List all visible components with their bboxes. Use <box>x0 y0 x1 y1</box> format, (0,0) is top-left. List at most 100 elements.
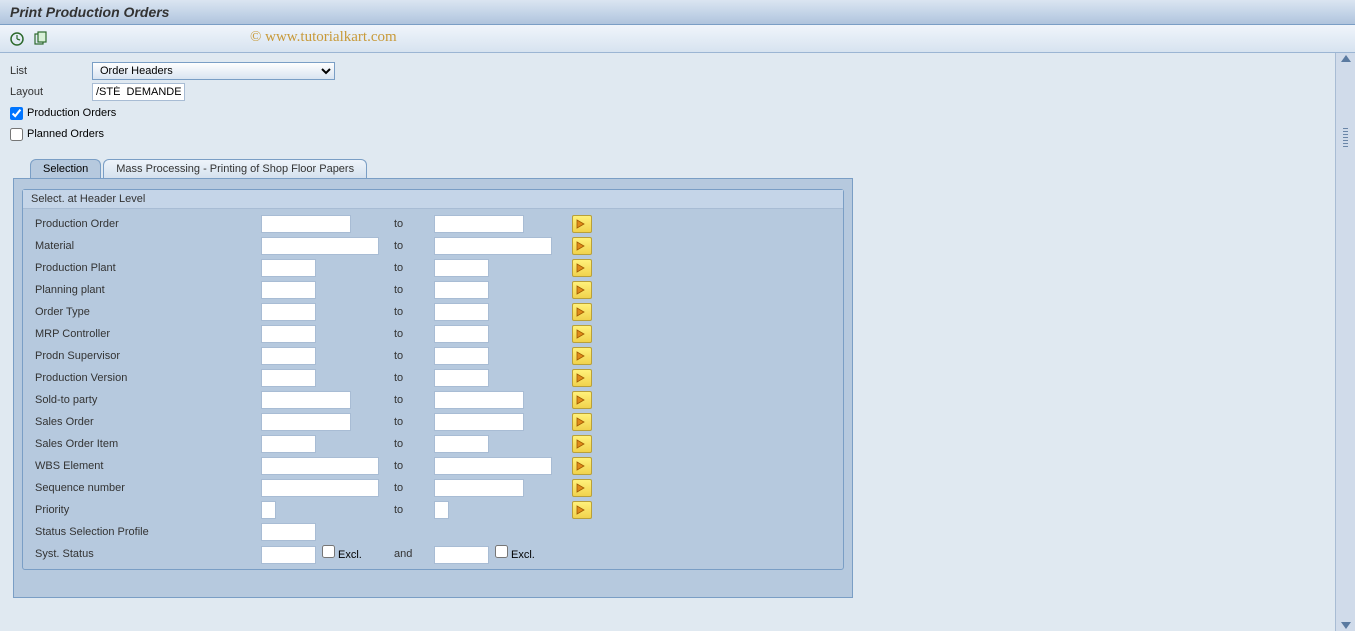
from-input[interactable] <box>261 501 276 519</box>
from-input[interactable] <box>261 457 379 475</box>
field-label: WBS Element <box>31 460 261 472</box>
multiple-selection-button[interactable] <box>572 215 592 233</box>
to-input[interactable] <box>434 546 489 564</box>
from-input[interactable] <box>261 303 316 321</box>
to-label: to <box>394 372 434 384</box>
to-input[interactable] <box>434 347 489 365</box>
scroll-up-icon[interactable] <box>1341 55 1351 62</box>
scroll-down-icon[interactable] <box>1341 622 1351 629</box>
to-input[interactable] <box>434 281 489 299</box>
to-input[interactable] <box>434 391 524 409</box>
production-orders-checkbox[interactable] <box>10 107 23 120</box>
sel-row: Priority to <box>31 499 835 521</box>
multiple-selection-button[interactable] <box>572 435 592 453</box>
multiple-selection-button[interactable] <box>572 237 592 255</box>
to-label: to <box>394 504 434 516</box>
to-input[interactable] <box>434 303 489 321</box>
sel-row: WBS Element to <box>31 455 835 477</box>
sel-row: Sales Order Item to <box>31 433 835 455</box>
tab-selection[interactable]: Selection <box>30 159 101 178</box>
sel-row: Material to <box>31 235 835 257</box>
toolbar: © www.tutorialkart.com <box>0 25 1355 53</box>
scroll-grip[interactable] <box>1342 107 1349 167</box>
from-input[interactable] <box>261 281 316 299</box>
multiple-selection-button[interactable] <box>572 413 592 431</box>
to-input[interactable] <box>434 237 552 255</box>
to-input[interactable] <box>434 479 524 497</box>
field-label: Prodn Supervisor <box>31 350 261 362</box>
layout-label: Layout <box>10 86 92 98</box>
from-input[interactable] <box>261 413 351 431</box>
to-label: to <box>394 240 434 252</box>
to-label: to <box>394 438 434 450</box>
multiple-selection-button[interactable] <box>572 391 592 409</box>
to-label: to <box>394 460 434 472</box>
from-input[interactable] <box>261 391 351 409</box>
to-input[interactable] <box>434 413 524 431</box>
to-input[interactable] <box>434 501 449 519</box>
from-input[interactable] <box>261 259 316 277</box>
excl-label: Excl. <box>338 549 362 561</box>
sel-row: Planning plant to <box>31 279 835 301</box>
from-input[interactable] <box>261 215 351 233</box>
excl-checkbox[interactable] <box>322 545 335 558</box>
tab-mass-processing[interactable]: Mass Processing - Printing of Shop Floor… <box>103 159 367 178</box>
title-bar: Print Production Orders <box>0 0 1355 25</box>
variant-icon[interactable] <box>32 30 50 48</box>
multiple-selection-button[interactable] <box>572 303 592 321</box>
field-label: Order Type <box>31 306 261 318</box>
field-label: Planning plant <box>31 284 261 296</box>
field-label: Sales Order Item <box>31 438 261 450</box>
field-label: Material <box>31 240 261 252</box>
content-area: List Order Headers Layout Production Ord… <box>0 53 1355 631</box>
sel-row: Sold-to partyto <box>31 389 835 411</box>
sel-row: Prodn Supervisor to <box>31 345 835 367</box>
production-orders-label: Production Orders <box>27 107 116 119</box>
from-input[interactable] <box>261 237 379 255</box>
to-input[interactable] <box>434 435 489 453</box>
from-input[interactable] <box>261 347 316 365</box>
scrollbar[interactable] <box>1335 53 1355 631</box>
to-input[interactable] <box>434 259 489 277</box>
layout-input[interactable] <box>92 83 185 101</box>
multiple-selection-button[interactable] <box>572 281 592 299</box>
from-input[interactable] <box>261 479 379 497</box>
watermark: © www.tutorialkart.com <box>250 29 397 46</box>
field-label: Production Version <box>31 372 261 384</box>
from-input[interactable] <box>261 546 316 564</box>
multiple-selection-button[interactable] <box>572 479 592 497</box>
to-input[interactable] <box>434 457 552 475</box>
excl-label: Excl. <box>511 549 535 561</box>
to-label: to <box>394 284 434 296</box>
sel-row: Production Plantto <box>31 257 835 279</box>
planned-orders-checkbox[interactable] <box>10 128 23 141</box>
multiple-selection-button[interactable] <box>572 457 592 475</box>
to-label: to <box>394 350 434 362</box>
from-input[interactable] <box>261 325 316 343</box>
field-label: Status Selection Profile <box>31 526 261 538</box>
multiple-selection-button[interactable] <box>572 325 592 343</box>
to-input[interactable] <box>434 369 489 387</box>
to-input[interactable] <box>434 215 524 233</box>
from-input[interactable] <box>261 435 316 453</box>
multiple-selection-button[interactable] <box>572 501 592 519</box>
page-title: Print Production Orders <box>10 4 169 20</box>
tab-content: Select. at Header Level Production Order… <box>13 178 853 598</box>
sel-row: Status Selection Profile <box>31 521 835 543</box>
excl-checkbox[interactable] <box>495 545 508 558</box>
from-input[interactable] <box>261 369 316 387</box>
to-input[interactable] <box>434 325 489 343</box>
sel-row: MRP Controllerto <box>31 323 835 345</box>
multiple-selection-button[interactable] <box>572 369 592 387</box>
sel-row: Sequence numberto <box>31 477 835 499</box>
planned-orders-label: Planned Orders <box>27 128 104 140</box>
field-label: Priority <box>31 504 261 516</box>
field-label: Production Plant <box>31 262 261 274</box>
multiple-selection-button[interactable] <box>572 259 592 277</box>
field-label: Sequence number <box>31 482 261 494</box>
list-select[interactable]: Order Headers <box>92 62 335 80</box>
execute-icon[interactable] <box>8 30 26 48</box>
to-label: to <box>394 416 434 428</box>
multiple-selection-button[interactable] <box>572 347 592 365</box>
from-input[interactable] <box>261 523 316 541</box>
